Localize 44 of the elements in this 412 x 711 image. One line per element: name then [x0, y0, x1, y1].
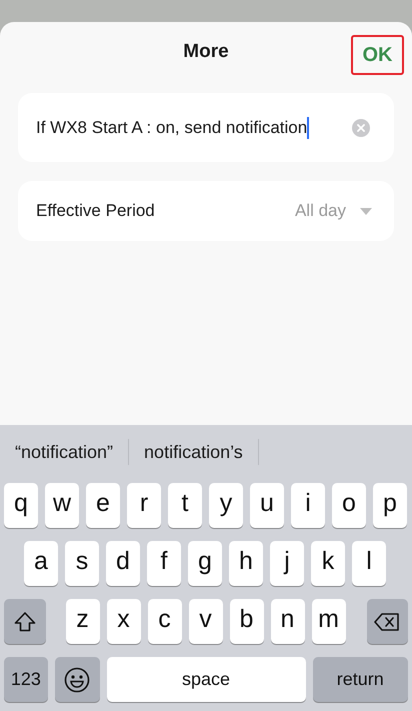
return-key[interactable]: return	[312, 657, 408, 702]
word-suggestion[interactable]: notification’s	[129, 438, 258, 466]
key[interactable]: u	[250, 483, 284, 528]
key[interactable]: y	[209, 483, 243, 528]
key[interactable]: p	[373, 483, 407, 528]
key[interactable]: x	[106, 599, 140, 644]
key[interactable]: b	[230, 599, 264, 644]
key[interactable]: l	[352, 541, 386, 586]
shift-key[interactable]	[4, 599, 46, 644]
backspace-key[interactable]	[366, 599, 408, 644]
key[interactable]: t	[168, 483, 202, 528]
key[interactable]: c	[148, 599, 182, 644]
dropdown-caret-icon	[360, 208, 372, 214]
key[interactable]: a	[24, 541, 58, 586]
key[interactable]: j	[270, 541, 304, 586]
key[interactable]: d	[106, 541, 140, 586]
key[interactable]: n	[270, 599, 304, 644]
space-key[interactable]: space	[106, 657, 306, 702]
period-label: Effective Period	[36, 200, 156, 222]
key[interactable]: f	[147, 541, 181, 586]
key[interactable]: z	[66, 599, 100, 644]
ok-button[interactable]: OK	[351, 35, 404, 75]
key[interactable]: w	[45, 483, 79, 528]
key[interactable]: e	[86, 483, 120, 528]
key[interactable]: i	[291, 483, 325, 528]
emoji-key[interactable]	[54, 657, 100, 702]
shift-arrow-icon	[14, 612, 36, 632]
message-input-field[interactable]: If WX8 Start A : on, send notification	[36, 114, 352, 140]
word-suggestion[interactable]: “notification”	[0, 438, 128, 466]
period-value: All day	[294, 200, 346, 222]
key[interactable]: r	[127, 483, 161, 528]
key[interactable]: v	[188, 599, 222, 644]
key[interactable]: o	[332, 483, 366, 528]
smiley-icon	[64, 666, 90, 692]
key[interactable]: k	[311, 541, 345, 586]
numbers-key[interactable]: 123	[4, 657, 48, 702]
sheet-title: More	[183, 40, 229, 64]
key[interactable]: m	[312, 599, 346, 644]
key[interactable]: s	[65, 541, 99, 586]
backspace-icon	[374, 612, 400, 630]
key[interactable]: h	[229, 541, 263, 586]
key[interactable]: g	[188, 541, 222, 586]
key[interactable]: q	[4, 483, 38, 528]
period-card[interactable]: Effective Period All day	[18, 181, 394, 241]
